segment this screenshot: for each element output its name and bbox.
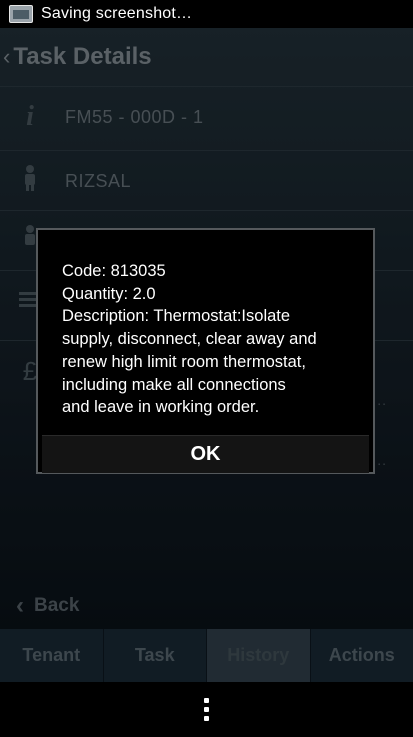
screenshot-icon <box>9 5 33 23</box>
dialog-message: Code: 813035 Quantity: 2.0 Description: … <box>62 260 362 419</box>
system-nav-bar <box>0 682 413 737</box>
dialog-line: and leave in working order. <box>62 398 260 417</box>
dialog-line: including make all connections <box>62 375 286 394</box>
ok-button[interactable]: OK <box>42 435 369 473</box>
dialog-line: Description: Thermostat:Isolate <box>62 307 291 326</box>
status-bar: Saving screenshot… <box>0 0 413 28</box>
dialog-line: Quantity: 2.0 <box>62 284 156 303</box>
status-text: Saving screenshot… <box>41 5 193 22</box>
dialog-line: supply, disconnect, clear away and <box>62 330 317 349</box>
dialog-line: Code: 813035 <box>62 262 166 280</box>
overflow-menu-icon[interactable] <box>204 698 209 721</box>
dialog-line: renew high limit room thermostat, <box>62 352 306 371</box>
info-dialog: Code: 813035 Quantity: 2.0 Description: … <box>36 228 375 474</box>
